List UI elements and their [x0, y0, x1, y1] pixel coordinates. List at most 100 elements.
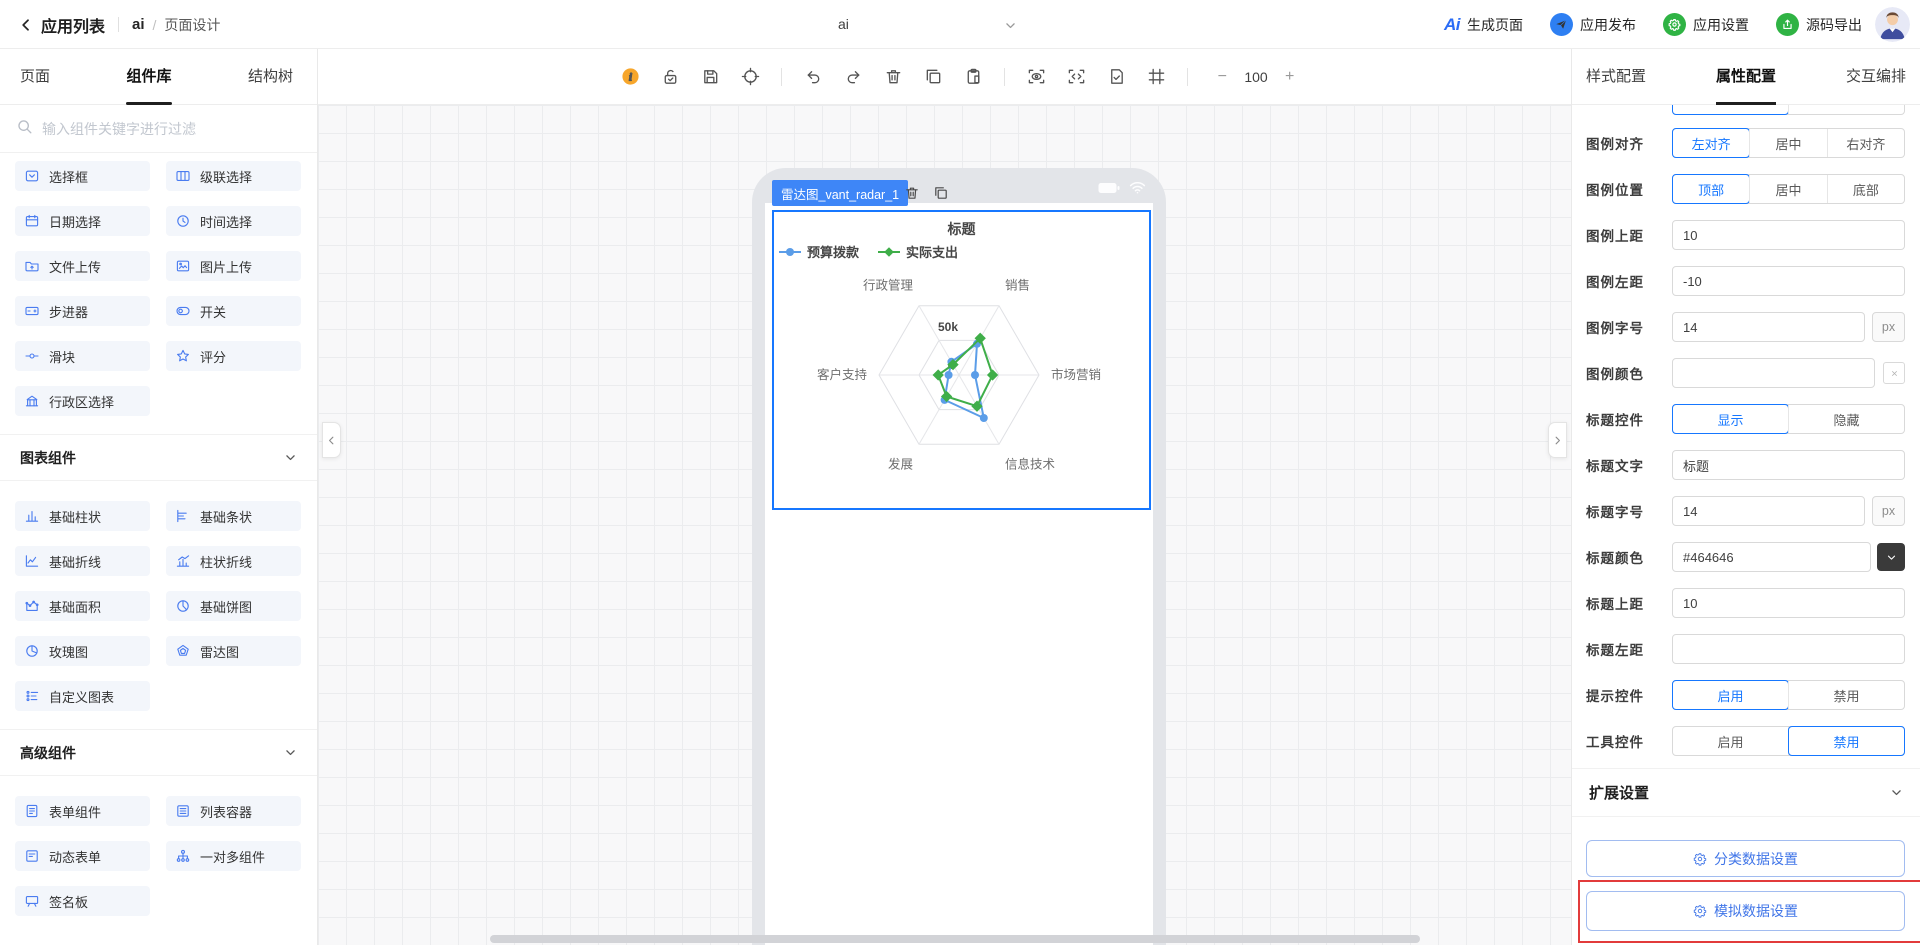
- option-启用[interactable]: 启用: [1672, 680, 1789, 710]
- section-header[interactable]: 高级组件: [0, 729, 317, 776]
- horizontal-scrollbar[interactable]: [490, 935, 1420, 943]
- option-0[interactable]: [1672, 105, 1789, 115]
- search-input[interactable]: [42, 120, 301, 137]
- component-item-label: 基础折线: [49, 554, 102, 570]
- legend-color-input[interactable]: [1672, 358, 1875, 388]
- component-item-radar-chart[interactable]: 雷达图: [166, 636, 301, 666]
- back-chevron-icon[interactable]: [18, 17, 34, 33]
- field-label: 图例字号: [1586, 321, 1644, 336]
- paste-icon[interactable]: [960, 64, 986, 90]
- config-tab-交互编排[interactable]: 交互编排: [1846, 49, 1906, 105]
- panel-collapse-left-handle[interactable]: [322, 422, 341, 458]
- copy-icon[interactable]: [920, 64, 946, 90]
- component-item-district-picker[interactable]: 行政区选择: [15, 386, 150, 416]
- color-swatch-button[interactable]: [1877, 543, 1905, 571]
- artboard-icon[interactable]: [1143, 64, 1169, 90]
- chevron-down-icon[interactable]: [284, 746, 297, 759]
- chevron-down-icon[interactable]: [1890, 786, 1903, 799]
- trash-icon[interactable]: [880, 64, 906, 90]
- legend-left-offset-input[interactable]: -10: [1672, 266, 1905, 296]
- preview-icon[interactable]: [1023, 64, 1049, 90]
- option-隐藏[interactable]: 隐藏: [1788, 405, 1904, 433]
- option-居中[interactable]: 居中: [1749, 129, 1826, 157]
- select-box-icon: [24, 168, 40, 184]
- component-item-select-box[interactable]: 选择框: [15, 161, 150, 191]
- option-禁用[interactable]: 禁用: [1788, 726, 1905, 756]
- app-settings-button[interactable]: 应用设置: [1663, 13, 1749, 36]
- title-text-input[interactable]: 标题: [1672, 450, 1905, 480]
- component-item-time-picker[interactable]: 时间选择: [166, 206, 301, 236]
- title-font-size-input[interactable]: 14: [1672, 496, 1865, 526]
- option-禁用[interactable]: 禁用: [1788, 681, 1904, 709]
- component-item-switch[interactable]: 开关: [166, 296, 301, 326]
- component-item-form-component[interactable]: 表单组件: [15, 796, 150, 826]
- zoom-out-button[interactable]: −: [1213, 68, 1231, 86]
- component-item-slider[interactable]: 滑块: [15, 341, 150, 371]
- component-item-rate[interactable]: 评分: [166, 341, 301, 371]
- avatar[interactable]: [1875, 7, 1910, 42]
- target-icon[interactable]: [737, 64, 763, 90]
- component-item-one-to-many[interactable]: 一对多组件: [166, 841, 301, 871]
- component-copy-icon[interactable]: [933, 185, 949, 201]
- code-view-icon[interactable]: [1063, 64, 1089, 90]
- section-header[interactable]: 图表组件: [0, 434, 317, 481]
- option-右对齐[interactable]: 右对齐: [1826, 129, 1904, 157]
- sidebar-tab-页面[interactable]: 页面: [20, 49, 50, 105]
- option-底部[interactable]: 底部: [1826, 175, 1904, 203]
- unlock-icon[interactable]: [657, 64, 683, 90]
- component-item-basic-pie[interactable]: 基础饼图: [166, 591, 301, 621]
- app-publish-button[interactable]: 应用发布: [1550, 13, 1636, 36]
- panel-collapse-right-handle[interactable]: [1548, 422, 1567, 458]
- section-title: 扩展设置: [1589, 785, 1650, 802]
- mock-data-settings-button[interactable]: 模拟数据设置: [1586, 891, 1905, 931]
- design-canvas[interactable]: 雷达图_vant_radar_1 标题 预算拨款 实际支出 行政管理 销售 市场营销信…: [318, 105, 1571, 945]
- component-item-stepper[interactable]: 步进器: [15, 296, 150, 326]
- info-icon[interactable]: i: [617, 64, 643, 90]
- component-item-file-upload[interactable]: 文件上传: [15, 251, 150, 281]
- option-居中[interactable]: 居中: [1749, 175, 1826, 203]
- config-tab-属性配置[interactable]: 属性配置: [1716, 49, 1776, 105]
- config-tab-样式配置[interactable]: 样式配置: [1586, 49, 1646, 105]
- title-color-input[interactable]: #464646: [1672, 542, 1871, 572]
- component-item-dynamic-form[interactable]: 动态表单: [15, 841, 150, 871]
- chevron-down-icon[interactable]: [1004, 19, 1017, 37]
- undo-icon[interactable]: [800, 64, 826, 90]
- component-item-rose-chart[interactable]: 玫瑰图: [15, 636, 150, 666]
- page-selector-value[interactable]: ai: [838, 0, 849, 49]
- option-顶部[interactable]: 顶部: [1671, 174, 1751, 204]
- option-左对齐[interactable]: 左对齐: [1671, 128, 1751, 158]
- option-显示[interactable]: 显示: [1672, 404, 1789, 434]
- option-启用[interactable]: 启用: [1673, 727, 1788, 755]
- title-left-offset-input[interactable]: [1672, 634, 1905, 664]
- component-item-cascader[interactable]: 级联选择: [166, 161, 301, 191]
- category-data-settings-button[interactable]: 分类数据设置: [1586, 840, 1905, 877]
- clear-color-button[interactable]: [1883, 362, 1905, 384]
- radar-chart-component[interactable]: 标题 预算拨款实际支出 行政管理销售市场营销信息技术发展客户支持50k0: [772, 210, 1151, 510]
- component-item-list-container[interactable]: 列表容器: [166, 796, 301, 826]
- legend-top-offset-input[interactable]: 10: [1672, 220, 1905, 250]
- zoom-in-button[interactable]: +: [1281, 68, 1299, 86]
- component-item-date-picker[interactable]: 日期选择: [15, 206, 150, 236]
- generate-page-button[interactable]: Ai 生成页面: [1444, 15, 1523, 35]
- sidebar-tab-结构树[interactable]: 结构树: [248, 49, 293, 105]
- component-delete-icon[interactable]: [904, 185, 920, 201]
- doc-check-icon[interactable]: [1103, 64, 1129, 90]
- chevron-down-icon[interactable]: [284, 451, 297, 464]
- redo-icon[interactable]: [840, 64, 866, 90]
- component-item-basic-bar[interactable]: 基础柱状: [15, 501, 150, 531]
- component-item-basic-area[interactable]: 基础面积: [15, 591, 150, 621]
- title-top-offset-input[interactable]: 10: [1672, 588, 1905, 618]
- component-item-custom-chart[interactable]: 自定义图表: [15, 681, 150, 711]
- back-to-app-list[interactable]: 应用列表: [41, 13, 105, 37]
- component-item-basic-hbar[interactable]: 基础条状: [166, 501, 301, 531]
- save-icon[interactable]: [697, 64, 723, 90]
- component-item-bar-line[interactable]: 柱状折线: [166, 546, 301, 576]
- component-item-image-upload[interactable]: 图片上传: [166, 251, 301, 281]
- code-export-button[interactable]: 源码导出: [1776, 13, 1862, 36]
- option-1[interactable]: [1788, 105, 1904, 114]
- component-item-signature-pad[interactable]: 签名板: [15, 886, 150, 916]
- legend-font-size-input[interactable]: 14: [1672, 312, 1865, 342]
- component-name-tag[interactable]: 雷达图_vant_radar_1: [772, 180, 909, 206]
- component-item-basic-line[interactable]: 基础折线: [15, 546, 150, 576]
- sidebar-tab-组件库[interactable]: 组件库: [126, 49, 171, 105]
